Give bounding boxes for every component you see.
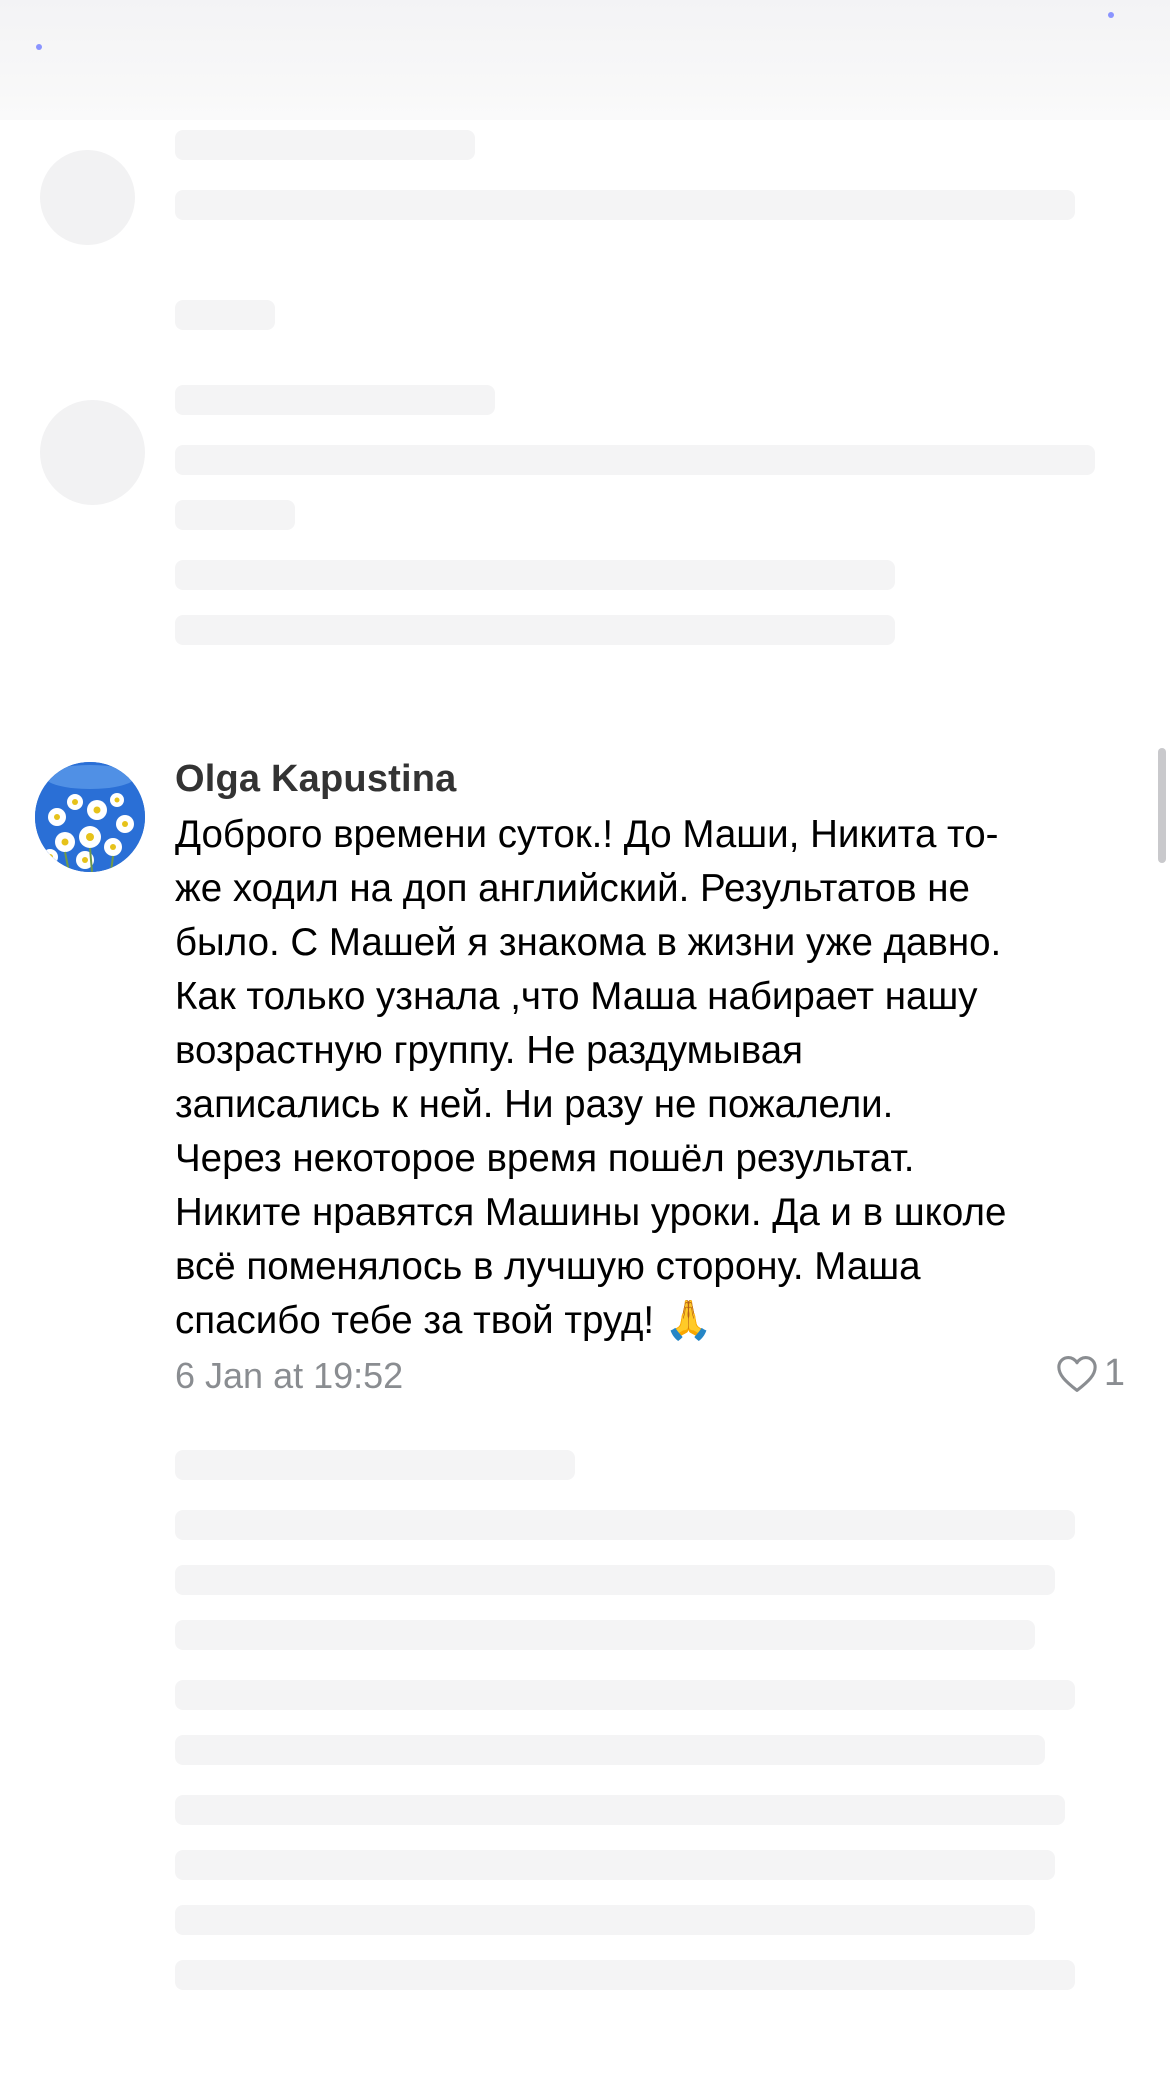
top-bar bbox=[0, 0, 1170, 120]
faded-line bbox=[175, 1905, 1035, 1935]
comment-text: Доброго времени суток.! До Маши, Никита … bbox=[175, 808, 1135, 1348]
like-button[interactable]: 1 bbox=[1056, 1352, 1125, 1395]
faded-line bbox=[175, 1680, 1075, 1710]
comment-body: Доброго времени суток.! До Маши, Никита … bbox=[175, 813, 1007, 1342]
avatar[interactable] bbox=[35, 762, 145, 872]
faded-line bbox=[175, 190, 1075, 220]
comment-author[interactable]: Olga Kapustina bbox=[175, 758, 457, 801]
ghost-dot bbox=[36, 44, 42, 50]
faded-line bbox=[175, 130, 475, 160]
faded-line bbox=[175, 560, 895, 590]
faded-line bbox=[175, 1450, 575, 1480]
faded-line bbox=[175, 445, 1095, 475]
comment: Olga Kapustina Доброго времени суток.! Д… bbox=[0, 740, 1170, 1420]
faded-line bbox=[175, 1510, 1075, 1540]
faded-line bbox=[175, 1735, 1045, 1765]
comment-timestamp[interactable]: 6 Jan at 19:52 bbox=[175, 1355, 403, 1397]
faded-line bbox=[175, 1620, 1035, 1650]
heart-icon bbox=[1056, 1355, 1098, 1393]
faded-line bbox=[175, 1795, 1065, 1825]
faded-line bbox=[175, 1565, 1055, 1595]
faded-line bbox=[175, 615, 895, 645]
praying-hands-emoji: 🙏 bbox=[664, 1298, 713, 1343]
faded-line bbox=[175, 300, 275, 330]
faded-line bbox=[175, 1960, 1075, 1990]
faded-line bbox=[175, 500, 295, 530]
ghost-dot bbox=[1108, 12, 1114, 18]
avatar-daisies-icon bbox=[35, 762, 145, 872]
faded-avatar bbox=[40, 150, 135, 245]
faded-avatar bbox=[40, 400, 145, 505]
faded-line bbox=[175, 385, 495, 415]
faded-line bbox=[175, 1850, 1055, 1880]
like-count: 1 bbox=[1103, 1352, 1125, 1394]
